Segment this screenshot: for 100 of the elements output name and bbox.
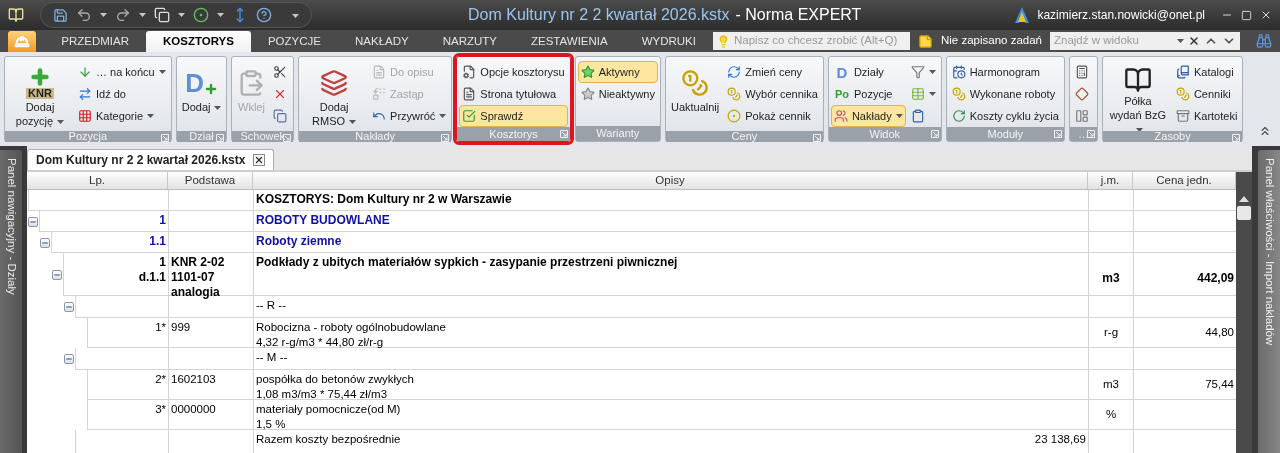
coins-icon — [1175, 87, 1190, 101]
panel-label: Panel właściwości - Import nakładów — [1262, 158, 1277, 348]
expand-toggle[interactable] — [64, 354, 74, 364]
caret-icon — [214, 106, 222, 111]
ribbon-button[interactable]: KNR Dodaj pozycję — [7, 61, 73, 131]
letter-icon: Po — [833, 88, 850, 100]
undo-icon[interactable] — [76, 7, 92, 23]
ribbon-button[interactable]: Półka wydań BzG — [1104, 61, 1171, 131]
column-header[interactable]: Opisy — [253, 172, 1088, 189]
ribbon-button[interactable]: Kategorie — [75, 105, 169, 127]
ribbon-tab[interactable]: PRZEDMIAR — [44, 31, 146, 52]
people-icon — [833, 109, 848, 123]
expand-toggle[interactable] — [64, 302, 74, 312]
table-cell: 999 — [168, 318, 253, 348]
table-cell: 1.1 — [51, 232, 168, 253]
side-panel[interactable]: Panel nawigacyjny - Działy — [0, 150, 22, 453]
circles-icon[interactable] — [193, 7, 209, 23]
dialog-launcher-icon[interactable] — [160, 134, 169, 142]
expand-toggle[interactable] — [52, 269, 62, 280]
windows-icon[interactable] — [154, 7, 170, 23]
document-tab[interactable]: Dom Kultury nr 2 2 kwartał 2026.kstx — [27, 149, 275, 170]
ribbon-tab[interactable]: WYDRUKI — [624, 31, 713, 52]
ribbon-button[interactable]: Dodaj RMSO — [301, 61, 368, 131]
scrollbar[interactable] — [1236, 172, 1252, 453]
ribbon-button[interactable]: Uaktualnij — [667, 61, 723, 131]
ribbon-button[interactable]: Cenniki — [1172, 83, 1241, 105]
column-header[interactable]: Podstawa — [168, 172, 253, 189]
ribbon-button[interactable]: Kartoteki — [1172, 105, 1241, 127]
ribbon-button[interactable]: D Dodaj — [178, 61, 225, 131]
ribbon-button[interactable]: Nakłady — [830, 105, 906, 127]
collapse-ribbon-icon[interactable] — [1258, 124, 1272, 138]
dialog-launcher-icon[interactable] — [283, 134, 292, 142]
ribbon-button[interactable]: Nieaktywny — [577, 83, 658, 105]
app-menu-button[interactable] — [8, 31, 37, 52]
expand-toggle[interactable] — [40, 237, 50, 248]
ribbon-tab[interactable]: NARZUTY — [425, 31, 514, 52]
restore-icon[interactable] — [1241, 9, 1252, 21]
column-header[interactable]: j.m. — [1088, 172, 1133, 189]
ribbon-button[interactable]: Wybór cennika — [724, 83, 821, 105]
group-label: Schowek — [240, 131, 286, 142]
close-icon[interactable] — [253, 154, 266, 166]
note-icon — [918, 33, 933, 49]
caret-icon — [895, 114, 903, 118]
table-cell: pospółka do betonów zwykłych — [256, 372, 414, 387]
books-icon — [1175, 65, 1190, 79]
group-label: Zasoby — [1154, 131, 1191, 142]
ribbon-button[interactable]: Idź do — [75, 83, 169, 105]
dialog-launcher-icon[interactable] — [1053, 130, 1062, 138]
find-field[interactable]: Znajdź w widoku — [1050, 32, 1240, 50]
ribbon-button[interactable]: Przywróć — [369, 105, 450, 127]
ribbon-button[interactable]: Koszty cyklu życia — [948, 105, 1062, 127]
group-label: Widok — [869, 128, 901, 140]
dialog-launcher-icon[interactable] — [930, 130, 939, 138]
caret-icon — [100, 13, 107, 17]
group-label: Warianty — [596, 128, 640, 139]
help-icon[interactable] — [256, 7, 272, 23]
coins-icon — [681, 69, 710, 97]
ribbon-tab[interactable]: KOSZTORYS — [146, 31, 251, 52]
find-input[interactable]: Znajdź w widoku — [1054, 32, 1173, 50]
ribbon-tab[interactable]: NAKŁADY — [338, 31, 426, 52]
redo-icon[interactable] — [115, 7, 131, 23]
table-cell: 0000000 — [168, 400, 253, 430]
dialog-launcher-icon[interactable] — [1086, 130, 1095, 138]
ribbon-button[interactable]: Pokaż cennik — [724, 105, 821, 127]
ribbon-button[interactable]: Zmień ceny — [724, 61, 821, 83]
arrows-icon — [78, 87, 92, 101]
ribbon-tab[interactable]: POZYCJE — [250, 31, 338, 52]
table-cell: r-g — [1088, 318, 1133, 348]
dialog-launcher-icon[interactable] — [216, 134, 225, 142]
ribbon-button[interactable]: Katalogi — [1172, 61, 1241, 83]
side-panel[interactable]: Panel właściwości - Import nakładów — [1258, 150, 1280, 453]
copy-icon — [273, 109, 288, 123]
ribbon-button[interactable]: Harmonogram — [948, 61, 1062, 83]
save-icon[interactable] — [53, 7, 68, 23]
minus-icon — [65, 303, 73, 311]
dialog-launcher-icon[interactable] — [559, 130, 568, 138]
close-icon[interactable] — [1260, 9, 1272, 21]
caret-icon — [139, 13, 146, 17]
ribbon-button[interactable]: Opcje kosztorysu — [459, 61, 568, 83]
clear-icon[interactable] — [1188, 35, 1200, 47]
scroll-up-icon[interactable] — [1239, 196, 1249, 202]
table-cell: 1602103 — [168, 370, 253, 400]
ribbon-button[interactable]: … na końcu — [75, 61, 169, 83]
ribbon-button[interactable]: Sprawdź — [459, 105, 568, 127]
ribbon-button[interactable]: D Działy — [830, 61, 906, 83]
column-header[interactable]: Lp. — [27, 172, 168, 189]
ribbon-tab[interactable]: ZESTAWIENIA — [514, 31, 625, 52]
table-cell-text: 1,08 m3/m3 * 75,44 zł/m3 — [256, 387, 389, 402]
layout-icon — [1074, 109, 1089, 123]
ribbon-button[interactable]: Aktywny — [577, 61, 658, 83]
dialog-launcher-icon[interactable] — [812, 134, 821, 142]
ribbon-button[interactable]: Wykonane roboty — [948, 83, 1062, 105]
expand-toggle[interactable] — [28, 216, 38, 227]
ribbon-button[interactable]: Strona tytułowa — [459, 83, 568, 105]
binoculars-icon[interactable] — [1256, 33, 1272, 49]
dialog-launcher-icon[interactable] — [1232, 134, 1241, 142]
table-cell: -- M -- — [256, 350, 288, 365]
ribbon-button[interactable]: Po Pozycje — [830, 83, 906, 105]
scroll-thumb[interactable] — [1237, 206, 1251, 220]
dialog-launcher-icon[interactable] — [441, 134, 450, 142]
